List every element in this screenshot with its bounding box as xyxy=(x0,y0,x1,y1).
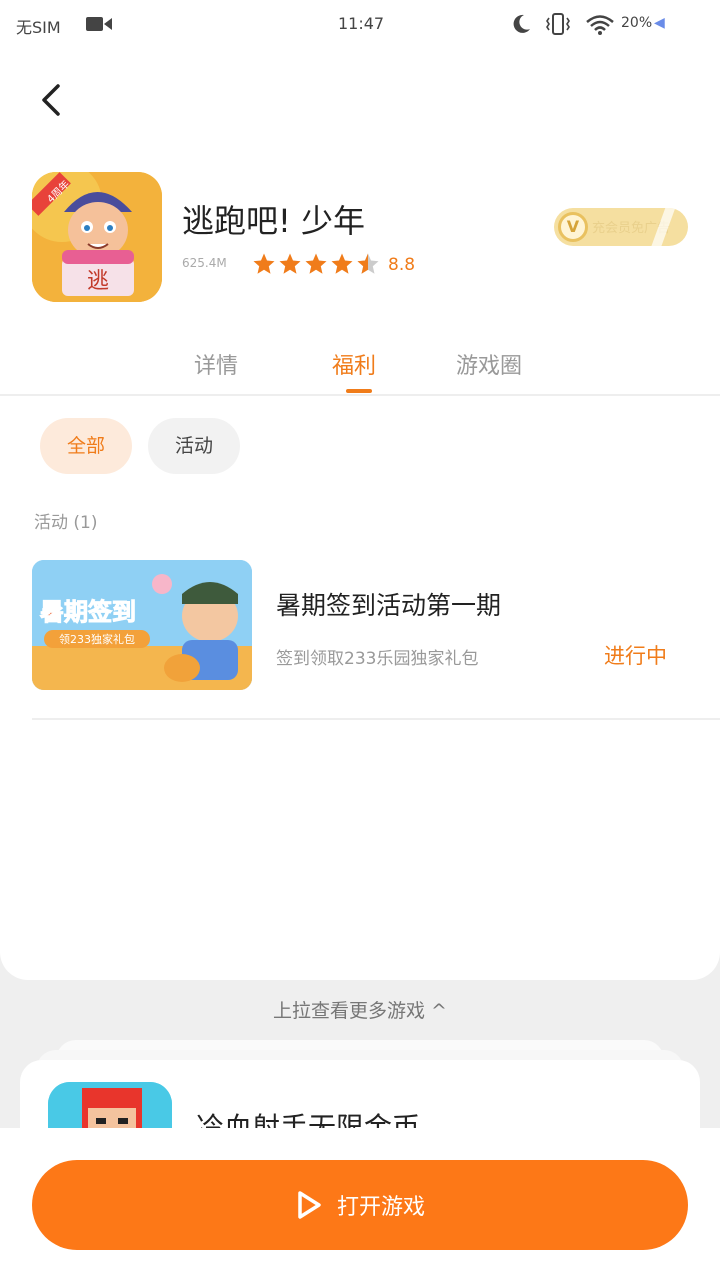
svg-text:逃: 逃 xyxy=(87,269,109,294)
star-icon xyxy=(305,253,327,274)
filter-all[interactable]: 全部 xyxy=(40,418,132,474)
activity-title[interactable]: 暑期签到活动第一期 xyxy=(276,586,501,622)
activity-description: 签到领取233乐园独家礼包 xyxy=(276,649,479,669)
app-size: 625.4M xyxy=(182,256,227,270)
carrier-label: 无SIM xyxy=(16,18,61,37)
tab-welfare[interactable]: 福利 xyxy=(332,348,376,380)
activity-status: 进行中 xyxy=(604,644,667,668)
tab-details[interactable]: 详情 xyxy=(194,348,238,380)
clock: 11:47 xyxy=(338,14,385,33)
activity-banner-image: 暑期签到 领233独家礼包 xyxy=(32,560,252,690)
divider xyxy=(32,718,720,720)
section-label: 活动 (1) xyxy=(34,513,98,533)
activity-banner-subtitle: 领233独家礼包 xyxy=(59,632,135,646)
half-star-icon xyxy=(357,253,379,274)
tab-game-circle[interactable]: 游戏圈 xyxy=(456,348,522,380)
vip-no-ads-button[interactable]: V 充会员免广告 xyxy=(554,208,688,246)
battery-level: 20% xyxy=(621,15,653,31)
app-icon: 逃 4周年 xyxy=(32,172,162,302)
pull-up-more-games[interactable]: 上拉查看更多游戏 ^ xyxy=(0,996,720,1023)
main-card: 逃 4周年 逃跑吧! 少年 625.4M 8.8 V 充会员免广告 详情 福利 … xyxy=(0,50,720,980)
rating-score: 8.8 xyxy=(388,255,416,275)
play-icon xyxy=(298,1191,321,1219)
charging-icon: ◀ xyxy=(654,15,665,31)
bottom-bar: 打开游戏 xyxy=(0,1128,720,1280)
vip-badge-icon: V xyxy=(558,212,588,242)
video-icon xyxy=(86,17,112,31)
star-rating xyxy=(252,252,380,276)
active-tab-indicator xyxy=(346,389,372,393)
game-character-icon: 逃 4周年 xyxy=(32,172,162,302)
status-bar: 无SIM 11:47 20% ◀ xyxy=(0,0,720,50)
filter-activity[interactable]: 活动 xyxy=(148,418,240,474)
chevron-left-icon[interactable] xyxy=(32,80,68,120)
star-icon xyxy=(279,253,301,274)
activity-banner-title: 暑期签到 xyxy=(40,598,136,626)
star-icon xyxy=(331,253,353,274)
app-name: 逃跑吧! 少年 xyxy=(182,202,366,240)
open-game-button[interactable]: 打开游戏 xyxy=(32,1160,688,1250)
moon-icon xyxy=(513,14,530,33)
wifi-icon xyxy=(586,15,614,35)
open-game-label: 打开游戏 xyxy=(336,1195,425,1220)
vibrate-icon xyxy=(546,13,570,35)
tab-bar: 详情 福利 游戏圈 xyxy=(0,340,720,396)
activity-banner[interactable]: 暑期签到 领233独家礼包 xyxy=(32,560,252,690)
star-icon xyxy=(253,253,275,274)
